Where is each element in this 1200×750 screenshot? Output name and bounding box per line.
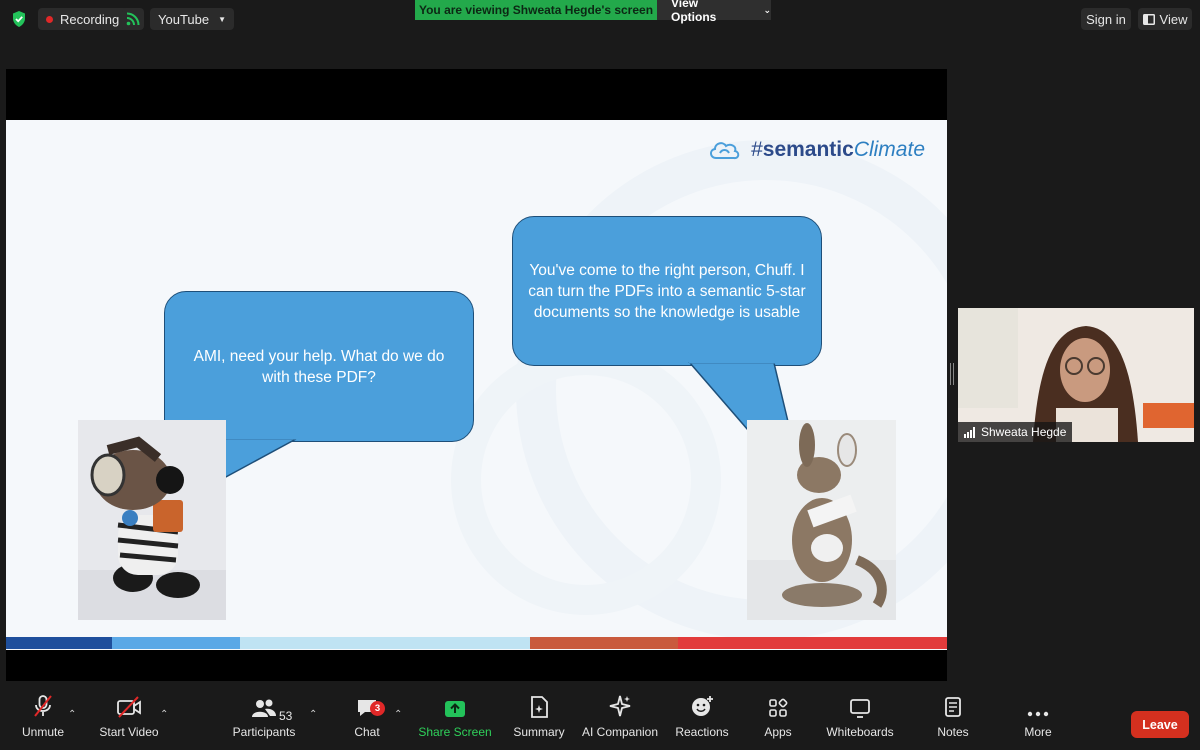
slide-color-stripe [6, 637, 947, 649]
ai-companion-label: AI Companion [581, 725, 659, 739]
notes-button[interactable]: Notes [932, 690, 974, 750]
caret-down-icon: ▼ [218, 14, 227, 24]
apps-button[interactable]: Apps [758, 690, 798, 750]
participant-video-tile[interactable]: Shweata Hegde [958, 308, 1194, 442]
start-video-button[interactable]: Start Video [98, 690, 160, 750]
top-bar: Recording YouTube ▼ You are viewing Shwe… [0, 0, 1200, 38]
brand-text: #semanticClimate [751, 138, 925, 162]
plush-toy-kangaroo-image [747, 420, 896, 620]
participants-label: Participants [232, 725, 296, 739]
signal-strength-icon [964, 426, 975, 438]
brand-hash: # [751, 138, 763, 161]
sparkle-icon [608, 690, 632, 720]
live-stream-label: YouTube [158, 11, 210, 27]
unmute-label: Unmute [21, 725, 65, 739]
stripe-segment [112, 637, 240, 649]
audio-options-chevron-icon[interactable]: ⌃ [68, 709, 76, 720]
view-options-label: View Options [671, 0, 717, 24]
participant-name-tag: Shweata Hegde [958, 422, 1073, 442]
live-stream-dropdown[interactable]: YouTube ▼ [150, 8, 235, 30]
recording-dot-icon [46, 15, 53, 23]
brand-bold: semantic [762, 138, 854, 161]
chevron-down-icon: ⌄ [763, 4, 771, 15]
recording-indicator[interactable]: Recording [38, 8, 129, 30]
start-video-label: Start Video [99, 725, 159, 739]
presentation-slide: #semanticClimate AMI, need your help. Wh… [6, 120, 947, 650]
stripe-segment [240, 637, 530, 649]
whiteboard-icon [849, 690, 871, 720]
live-stream-icon[interactable] [122, 8, 144, 30]
share-screen-button[interactable]: Share Screen [418, 690, 492, 750]
participant-name: Shweata Hegde [981, 425, 1067, 439]
notes-icon [944, 690, 962, 720]
video-options-chevron-icon[interactable]: ⌃ [160, 709, 168, 720]
reactions-button[interactable]: Reactions [674, 690, 730, 750]
semantic-climate-logo: #semanticClimate [707, 138, 925, 162]
smiley-plus-icon [690, 690, 714, 720]
security-shield-icon[interactable] [8, 8, 30, 30]
cloud-logo-icon [710, 142, 740, 160]
viewing-screen-banner: You are viewing Shweata Hegde's screen [415, 0, 657, 20]
whiteboards-label: Whiteboards [826, 725, 894, 739]
chat-options-chevron-icon[interactable]: ⌃ [394, 709, 402, 720]
notes-label: Notes [937, 725, 969, 739]
summary-doc-icon [529, 690, 549, 720]
participants-count: 53 [279, 709, 293, 723]
more-button[interactable]: More [1018, 690, 1058, 750]
view-button[interactable]: View [1138, 8, 1192, 30]
share-screen-label: Share Screen [418, 725, 492, 739]
summary-label: Summary [513, 725, 565, 739]
view-label: View [1159, 11, 1188, 27]
ai-companion-button[interactable]: AI Companion [582, 690, 658, 750]
participants-options-chevron-icon[interactable]: ⌃ [309, 709, 317, 720]
speech-bubble-right: You've come to the right person, Chuff. … [512, 216, 822, 366]
chat-unread-badge: 3 [370, 701, 385, 716]
chat-label: Chat [354, 725, 380, 739]
more-label: More [1024, 725, 1052, 739]
shared-screen: #semanticClimate AMI, need your help. Wh… [6, 69, 947, 681]
view-layout-icon [1142, 13, 1155, 25]
participants-icon [251, 690, 277, 720]
sign-in-button[interactable]: Sign in [1081, 8, 1131, 30]
summary-button[interactable]: Summary [510, 690, 568, 750]
plush-toy-chuff-image [78, 420, 226, 620]
stripe-segment [530, 637, 678, 649]
leave-button[interactable]: Leave [1131, 711, 1189, 738]
chat-button[interactable]: Chat [346, 690, 388, 750]
unmute-button[interactable]: Unmute [16, 690, 70, 750]
apps-grid-icon [768, 690, 788, 720]
microphone-muted-icon [31, 690, 55, 720]
video-off-icon [116, 690, 142, 720]
whiteboards-button[interactable]: Whiteboards [824, 690, 896, 750]
reactions-label: Reactions [675, 725, 729, 739]
resize-handle[interactable] [950, 363, 954, 385]
meeting-toolbar: Unmute ⌃ Start Video ⌃ Participants 53 ⌃… [0, 690, 1200, 750]
stripe-segment [678, 637, 947, 649]
brand-italic: Climate [853, 138, 925, 161]
more-dots-icon [1027, 690, 1049, 720]
view-options-button[interactable]: View Options ⌄ [657, 0, 771, 24]
stripe-segment [6, 637, 112, 649]
recording-label: Recording [60, 11, 120, 27]
apps-label: Apps [764, 725, 792, 739]
share-screen-icon [444, 690, 466, 720]
